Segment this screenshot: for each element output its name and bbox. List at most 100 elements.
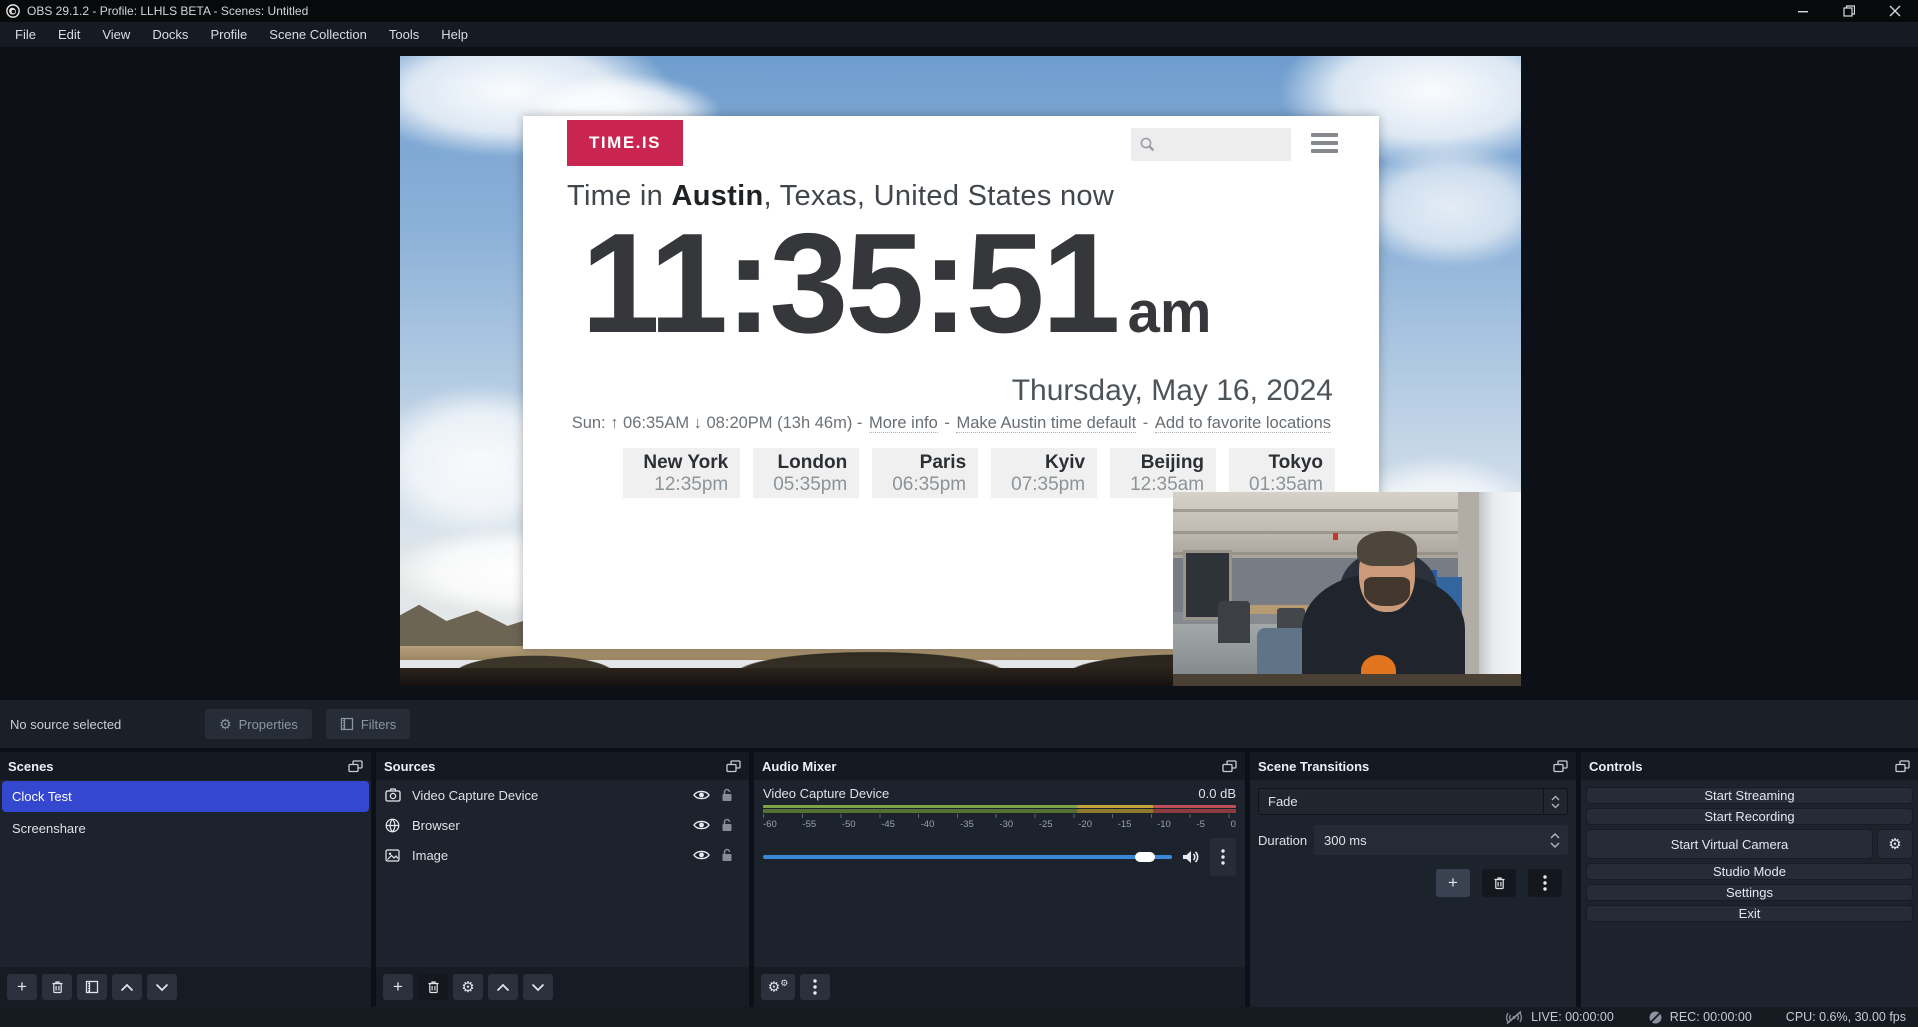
city-box-tokyo[interactable]: Tokyo 01:35am: [1229, 448, 1335, 498]
scene-item-clock-test[interactable]: Clock Test: [2, 781, 369, 812]
start-streaming-button[interactable]: Start Streaming: [1586, 787, 1913, 804]
city-box-new-york[interactable]: New York 12:35pm: [623, 448, 740, 498]
close-button[interactable]: [1872, 0, 1918, 22]
restore-button[interactable]: [1826, 0, 1872, 22]
link-add-favorite[interactable]: Add to favorite locations: [1155, 414, 1331, 433]
lock-icon[interactable]: [714, 818, 740, 832]
exit-button[interactable]: Exit: [1586, 905, 1913, 922]
link-more-info[interactable]: More info: [869, 414, 938, 433]
controls-title: Controls: [1589, 759, 1642, 774]
audio-mixer-panel: Audio Mixer Video Capture Device 0.0 dB …: [754, 752, 1245, 1007]
lock-icon[interactable]: [714, 848, 740, 862]
add-scene-button[interactable]: +: [7, 974, 37, 1000]
minimize-button[interactable]: [1780, 0, 1826, 22]
spin-up-icon[interactable]: [1550, 833, 1560, 839]
visibility-eye-icon[interactable]: [688, 789, 714, 801]
source-toolbar: No source selected ⚙ Properties Filters: [0, 700, 1918, 748]
sources-panel: Sources Video Capture Device: [376, 752, 749, 1007]
link-make-default[interactable]: Make Austin time default: [956, 414, 1136, 433]
scenes-toolbar: +: [0, 967, 371, 1007]
properties-label: Properties: [239, 717, 298, 732]
site-search-box: [1131, 128, 1291, 161]
source-row-video-capture[interactable]: Video Capture Device: [376, 780, 749, 810]
volume-slider-handle[interactable]: [1135, 852, 1155, 862]
add-transition-button[interactable]: +: [1436, 869, 1470, 897]
live-time: LIVE: 00:00:00: [1531, 1010, 1614, 1024]
move-scene-down-button[interactable]: [147, 974, 177, 1000]
image-icon: [385, 849, 403, 862]
timeis-logo[interactable]: TIME.IS: [567, 120, 683, 166]
city-box-paris[interactable]: Paris 06:35pm: [872, 448, 978, 498]
duration-spinbox[interactable]: 300 ms: [1314, 825, 1568, 855]
double-gear-icon: ⚙⚙: [768, 978, 789, 996]
scene-item-screenshare[interactable]: Screenshare: [2, 813, 369, 844]
search-input[interactable]: [1156, 137, 1276, 153]
virtual-camera-settings-button[interactable]: ⚙: [1877, 829, 1913, 859]
mixer-menu-button[interactable]: [800, 974, 830, 1000]
menu-view[interactable]: View: [91, 22, 141, 47]
city-box-kyiv[interactable]: Kyiv 07:35pm: [991, 448, 1097, 498]
sun-times: Sun: ↑ 06:35AM ↓ 08:20PM (13h 46m) -: [572, 414, 867, 432]
visibility-eye-icon[interactable]: [688, 819, 714, 831]
spin-down-icon[interactable]: [1550, 842, 1560, 848]
move-scene-up-button[interactable]: [112, 974, 142, 1000]
menu-tools[interactable]: Tools: [378, 22, 430, 47]
move-source-down-button[interactable]: [523, 974, 553, 1000]
studio-mode-button[interactable]: Studio Mode: [1586, 863, 1913, 880]
gear-icon: ⚙: [1888, 835, 1901, 853]
filters-label: Filters: [361, 717, 396, 732]
menu-profile[interactable]: Profile: [199, 22, 258, 47]
program-canvas[interactable]: TIME.IS Time in Austin, Texas, United St…: [400, 56, 1521, 686]
clock-display: 11:35:51 am: [581, 202, 1211, 365]
webcam-video-source: [1173, 492, 1521, 686]
menu-edit[interactable]: Edit: [47, 22, 91, 47]
dots-vertical-icon: [1543, 875, 1547, 891]
source-row-browser[interactable]: Browser: [376, 810, 749, 840]
tick: -40: [921, 819, 935, 830]
menu-scene-collection[interactable]: Scene Collection: [258, 22, 378, 47]
menu-docks[interactable]: Docks: [141, 22, 199, 47]
controls-buttons: Start Streaming Start Recording Start Vi…: [1581, 780, 1918, 929]
remove-source-button[interactable]: [418, 974, 448, 1000]
menu-file[interactable]: File: [4, 22, 47, 47]
duration-value: 300 ms: [1314, 833, 1542, 848]
source-row-image[interactable]: Image: [376, 840, 749, 870]
lock-icon[interactable]: [714, 788, 740, 802]
hamburger-menu-icon[interactable]: [1311, 133, 1338, 153]
transition-select[interactable]: Fade: [1258, 788, 1568, 815]
filters-button[interactable]: Filters: [326, 709, 410, 739]
start-virtual-camera-button[interactable]: Start Virtual Camera: [1586, 829, 1873, 859]
transition-selected: Fade: [1259, 794, 1543, 809]
scenes-panel: Scenes Clock Test Screenshare +: [0, 752, 371, 1007]
city-box-london[interactable]: London 05:35pm: [753, 448, 859, 498]
transition-properties-button[interactable]: [1528, 869, 1562, 897]
menu-help[interactable]: Help: [430, 22, 479, 47]
scene-filters-button[interactable]: [77, 974, 107, 1000]
visibility-eye-icon[interactable]: [688, 849, 714, 861]
settings-button[interactable]: Settings: [1586, 884, 1913, 901]
tick: -55: [802, 819, 816, 830]
window-title: OBS 29.1.2 - Profile: LLHLS BETA - Scene…: [27, 4, 308, 18]
city-box-beijing[interactable]: Beijing 12:35am: [1110, 448, 1216, 498]
channel-menu-button[interactable]: [1210, 838, 1236, 876]
popout-icon[interactable]: [348, 760, 363, 773]
start-recording-button[interactable]: Start Recording: [1586, 808, 1913, 825]
properties-button[interactable]: ⚙ Properties: [205, 709, 312, 739]
source-properties-button[interactable]: ⚙: [453, 974, 483, 1000]
chevron-down-icon: [155, 983, 169, 992]
source-status-label: No source selected: [10, 717, 205, 732]
popout-icon[interactable]: [1553, 760, 1568, 773]
titlebar: OBS 29.1.2 - Profile: LLHLS BETA - Scene…: [0, 0, 1918, 22]
source-label: Video Capture Device: [412, 788, 538, 803]
remove-transition-button[interactable]: [1482, 869, 1516, 897]
mixer-title: Audio Mixer: [762, 759, 836, 774]
remove-scene-button[interactable]: [42, 974, 72, 1000]
advanced-audio-button[interactable]: ⚙⚙: [761, 974, 795, 1000]
speaker-icon[interactable]: [1182, 849, 1200, 865]
popout-icon[interactable]: [1222, 760, 1237, 773]
popout-icon[interactable]: [726, 760, 741, 773]
add-source-button[interactable]: +: [383, 974, 413, 1000]
move-source-up-button[interactable]: [488, 974, 518, 1000]
popout-icon[interactable]: [1895, 760, 1910, 773]
volume-slider[interactable]: [763, 855, 1172, 859]
